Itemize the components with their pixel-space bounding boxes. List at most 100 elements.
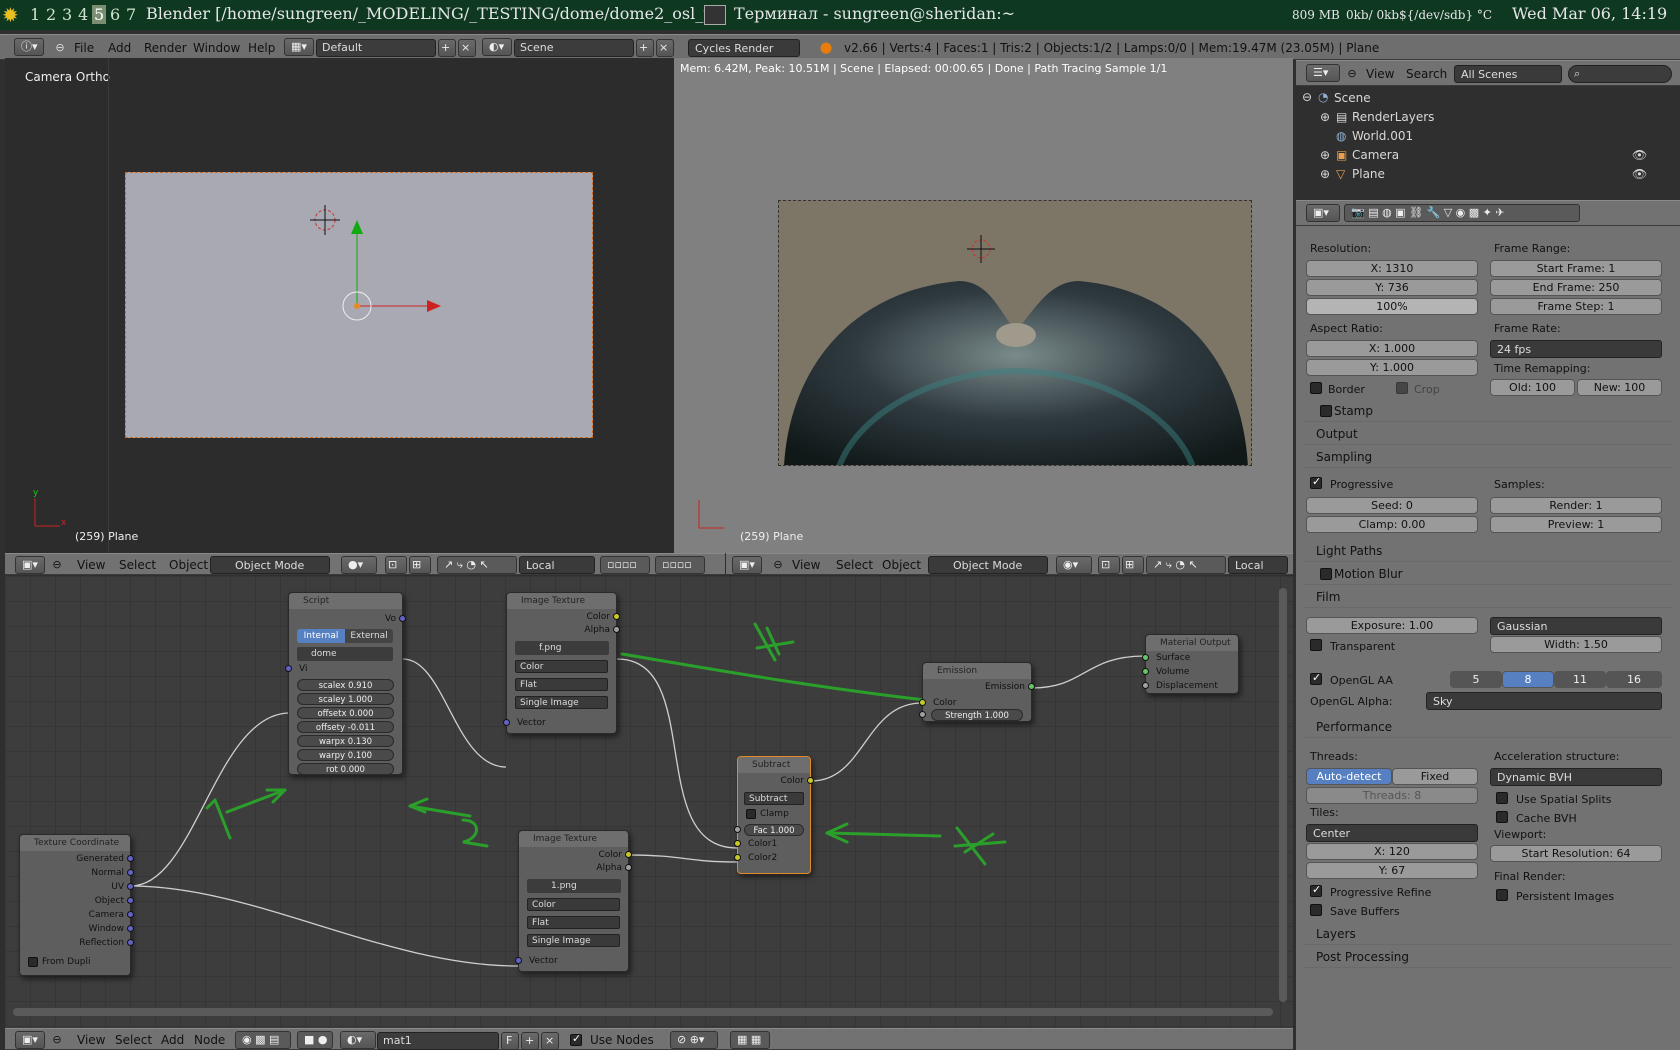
info-editor-icon[interactable]: ⓘ▾ <box>14 38 44 56</box>
res-percent-field[interactable]: 100% <box>1306 298 1478 315</box>
collapse-icon[interactable]: ⊖ <box>49 1032 65 1048</box>
outliner-item-plane[interactable]: Plane <box>1352 167 1385 181</box>
menu-object[interactable]: Object <box>882 558 921 572</box>
panel-layers[interactable]: Layers <box>1304 923 1672 945</box>
res-y-field[interactable]: Y: 736 <box>1306 279 1478 296</box>
workspace-2[interactable]: 2 <box>46 5 56 24</box>
aa-option-16[interactable]: 16 <box>1606 671 1662 688</box>
color1-in-socket[interactable] <box>734 840 741 847</box>
menu-file[interactable]: File <box>74 41 94 55</box>
param-scalex[interactable]: scalex 0.910 <box>297 679 394 691</box>
panel-performance[interactable]: Performance <box>1304 716 1672 738</box>
external-toggle[interactable]: External <box>345 629 393 643</box>
orientation-dropdown[interactable]: Local <box>1228 556 1288 574</box>
menu-node[interactable]: Node <box>194 1033 225 1047</box>
crop-checkbox[interactable] <box>1396 382 1408 394</box>
layers2-icon[interactable]: ▫▫▫▫ <box>655 556 705 574</box>
cache-bvh-checkbox[interactable] <box>1496 811 1508 823</box>
menu-view[interactable]: View <box>77 1033 105 1047</box>
orientation-dropdown[interactable]: Local <box>519 556 595 574</box>
script-node[interactable]: Script Vo Internal External dome Vi scal… <box>285 592 406 775</box>
editor-type-icon[interactable]: ▣▾ <box>15 556 45 574</box>
shader-type-icon[interactable]: ◉ ▩ ▤ <box>235 1031 291 1049</box>
res-x-field[interactable]: X: 1310 <box>1306 260 1478 277</box>
menu-render[interactable]: Render <box>144 41 187 55</box>
remove-material-icon[interactable]: × <box>541 1032 559 1050</box>
use-nodes-checkbox[interactable] <box>570 1032 582 1046</box>
color2-in-socket[interactable] <box>734 854 741 861</box>
color-in-socket[interactable] <box>919 699 926 706</box>
task-blender[interactable]: Blender [/home/sungreen/_MODELING/_TESTI… <box>146 4 725 23</box>
eye-icon[interactable]: 👁 <box>1632 148 1647 162</box>
normal-out-socket[interactable] <box>127 869 134 876</box>
layers-icon[interactable]: ▫▫▫▫ <box>600 556 650 574</box>
texture-coordinate-node[interactable]: Texture Coordinate Generated Normal UV O… <box>19 834 134 976</box>
image-texture-node-2[interactable]: Image Texture Color Alpha 1.png Color Fl… <box>515 830 632 972</box>
expand-icon[interactable]: ⊕ <box>1320 167 1330 181</box>
param-offsetx[interactable]: offsetx 0.000 <box>297 707 394 719</box>
panel-output[interactable]: Output <box>1304 423 1672 445</box>
outliner-search-field[interactable]: ⌕ <box>1568 65 1672 83</box>
context-tabs[interactable]: 📷 ▤ ◍ ▣ ⛓ 🔧 ▽ ◉ ▩ ✦ ✈ <box>1344 204 1580 222</box>
expand-icon[interactable]: ⊕ <box>1320 110 1330 124</box>
object-out-socket[interactable] <box>127 897 134 904</box>
horizontal-scrollbar[interactable] <box>13 1008 1273 1016</box>
blend-mode-select[interactable]: Subtract <box>744 792 804 805</box>
collapse-icon[interactable]: ⊖ <box>770 557 786 573</box>
color-space-select[interactable]: Color <box>515 660 608 673</box>
add-material-icon[interactable]: + <box>521 1032 539 1050</box>
eye-icon[interactable]: 👁 <box>1632 167 1647 181</box>
add-layout-icon[interactable]: + <box>438 39 456 57</box>
outliner-editor-icon[interactable]: ☰▾ <box>1306 64 1340 82</box>
color-out-socket[interactable] <box>613 613 620 620</box>
fac-field[interactable]: Fac 1.000 <box>744 824 804 836</box>
preview-samples-field[interactable]: Preview: 1 <box>1490 516 1662 533</box>
aa-option-11[interactable]: 11 <box>1554 671 1606 688</box>
display-mode-dropdown[interactable]: All Scenes <box>1454 65 1562 83</box>
fake-user-button[interactable]: F <box>501 1032 519 1050</box>
exposure-field[interactable]: Exposure: 1.00 <box>1306 617 1478 634</box>
opengl-alpha-dropdown[interactable]: Sky <box>1426 692 1662 710</box>
shading-rendered-icon[interactable]: ◉▾ <box>1056 556 1092 574</box>
image-file-field[interactable]: 1.png <box>527 879 621 893</box>
workspace-7[interactable]: 7 <box>126 5 136 24</box>
collapse-icon[interactable]: ⊖ <box>1344 66 1360 82</box>
manipulator-icon[interactable]: ⊞ <box>409 556 431 574</box>
motion-blur-checkbox[interactable] <box>1320 568 1332 580</box>
flower-icon[interactable]: ✹ <box>2 3 19 27</box>
param-rot[interactable]: rot 0.000 <box>297 763 394 775</box>
pivot-icon[interactable]: ⊡ <box>385 556 407 574</box>
panel-film[interactable]: Film <box>1304 586 1672 608</box>
save-buffers-checkbox[interactable] <box>1310 904 1322 916</box>
menu-search[interactable]: Search <box>1406 67 1447 81</box>
properties-editor-icon[interactable]: ▣▾ <box>1306 204 1340 222</box>
strength-in-socket[interactable] <box>919 711 926 718</box>
render-samples-field[interactable]: Render: 1 <box>1490 497 1662 514</box>
outliner-item-world[interactable]: World.001 <box>1352 129 1413 143</box>
workspace-5[interactable]: 5 <box>92 5 107 24</box>
vector-in-socket[interactable] <box>285 665 292 672</box>
window-out-socket[interactable] <box>127 925 134 932</box>
filter-width-field[interactable]: Width: 1.50 <box>1490 636 1662 653</box>
mode-dropdown[interactable]: Object Mode <box>928 556 1048 574</box>
threads-fixed-toggle[interactable]: Fixed <box>1392 768 1478 785</box>
menu-view[interactable]: View <box>1366 67 1394 81</box>
material-browse-icon[interactable]: ◐▾ <box>340 1031 376 1049</box>
projection-select[interactable]: Flat <box>515 678 608 691</box>
outliner-item-renderlayers[interactable]: RenderLayers <box>1352 110 1434 124</box>
camera-out-socket[interactable] <box>127 911 134 918</box>
task-terminal[interactable]: Терминал - sungreen@sheridan:~ <box>734 4 1015 23</box>
tile-y-field[interactable]: Y: 67 <box>1306 862 1478 879</box>
vector-in-socket[interactable] <box>515 957 522 964</box>
surface-in-socket[interactable] <box>1142 654 1149 661</box>
image-file-field[interactable]: f.png <box>515 641 609 655</box>
collapse-icon[interactable]: ⊖ <box>52 40 68 56</box>
spatial-splits-checkbox[interactable] <box>1496 792 1508 804</box>
layout-field[interactable]: Default <box>316 39 436 57</box>
end-frame-field[interactable]: End Frame: 250 <box>1490 279 1662 296</box>
workspace-4[interactable]: 4 <box>78 5 88 24</box>
add-scene-icon[interactable]: + <box>636 39 654 57</box>
threads-autodetect-toggle[interactable]: Auto-detect <box>1306 768 1392 785</box>
menu-select[interactable]: Select <box>836 558 873 572</box>
filter-dropdown[interactable]: Gaussian <box>1490 617 1662 635</box>
